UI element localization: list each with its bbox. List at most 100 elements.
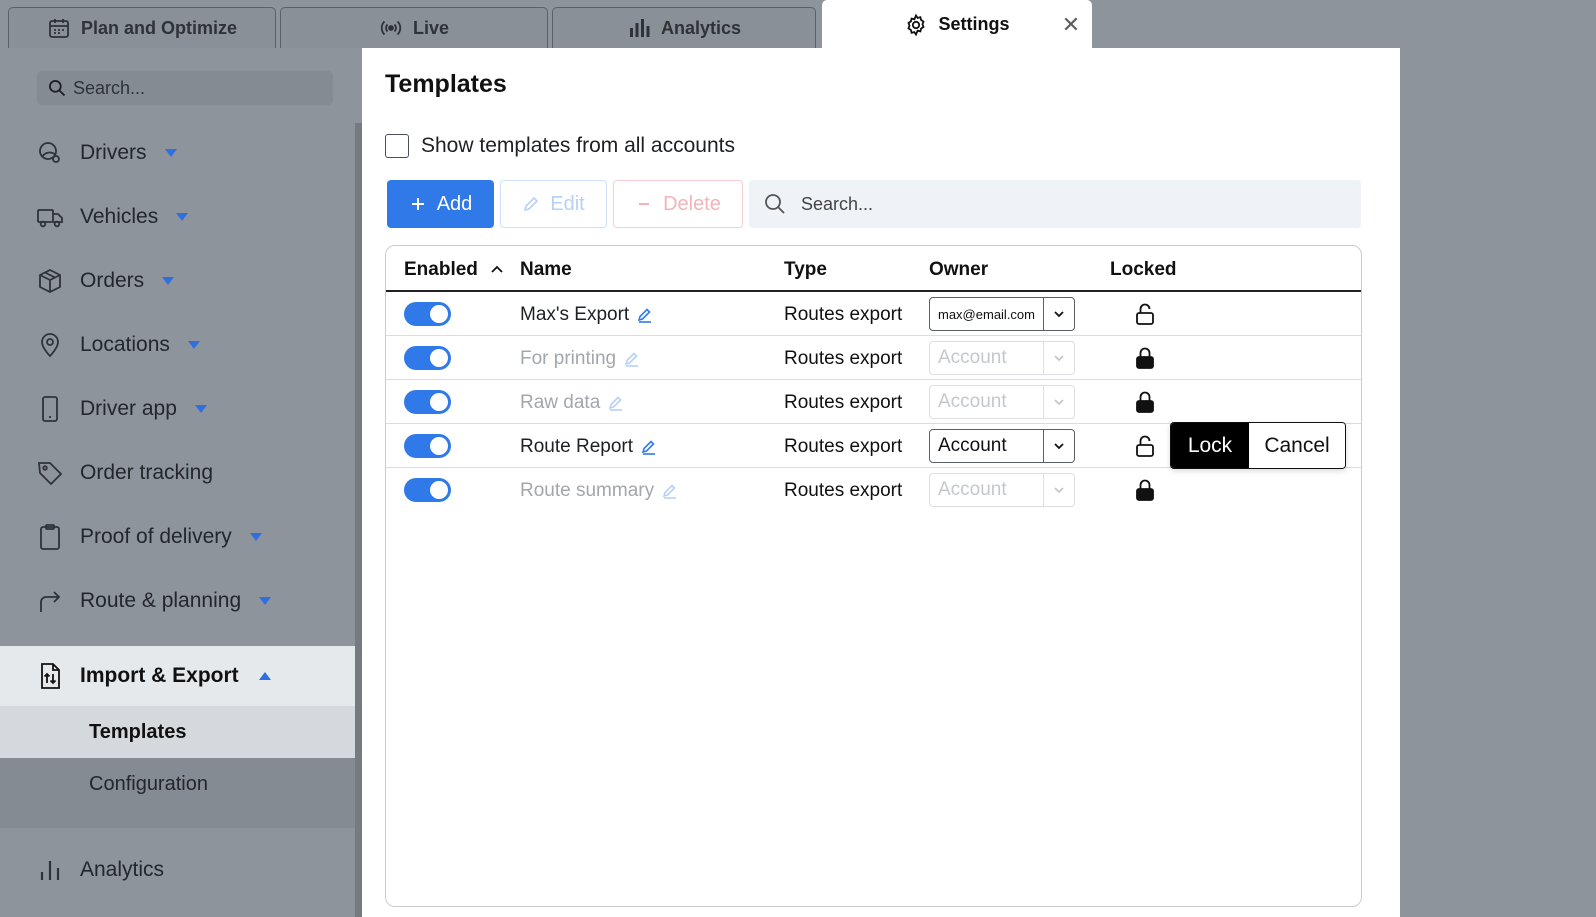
caret-down-icon	[194, 405, 207, 413]
table-row[interactable]: For printing Routes export Account	[386, 336, 1361, 380]
owner-select-value: Account	[930, 342, 1044, 374]
add-button[interactable]: Add	[387, 180, 494, 228]
caret-down-icon	[249, 533, 262, 541]
sidebar-subitem-templates[interactable]: Templates	[0, 706, 362, 758]
locked-icon[interactable]	[1134, 390, 1156, 414]
template-name: Route summary	[520, 480, 678, 502]
sidebar-item-orders[interactable]: Orders	[0, 253, 362, 309]
owner-select[interactable]: max@email.com	[929, 297, 1075, 331]
tab-label: Settings	[938, 14, 1010, 34]
table-header: Enabled Name Type Owner Locked	[386, 246, 1361, 292]
sidebar-search[interactable]: Search...	[37, 71, 333, 105]
owner-select: Account	[929, 473, 1075, 507]
cancel-button[interactable]: Cancel	[1249, 423, 1345, 468]
search-icon	[765, 194, 785, 214]
template-name-text: Raw data	[520, 392, 601, 413]
sidebar-item-route-planning[interactable]: Route & planning	[0, 573, 362, 629]
sidebar-item-proof-of-delivery[interactable]: Proof of delivery	[0, 509, 362, 565]
enabled-toggle[interactable]	[404, 302, 451, 326]
search-icon	[49, 80, 66, 97]
tab-live[interactable]: Live	[280, 7, 548, 48]
sidebar-item-analytics[interactable]: Analytics	[0, 842, 362, 898]
sidebar-item-locations[interactable]: Locations	[0, 317, 362, 373]
caret-up-icon	[258, 672, 271, 680]
locked-icon[interactable]	[1134, 478, 1156, 502]
column-header-owner[interactable]: Owner	[929, 259, 988, 281]
sidebar-scrollbar[interactable]	[355, 123, 362, 917]
column-header-type[interactable]: Type	[784, 259, 827, 281]
template-name-text: Route summary	[520, 480, 655, 501]
enabled-toggle[interactable]	[404, 478, 451, 502]
unlocked-icon[interactable]	[1134, 302, 1156, 326]
sidebar-item-label: Import & Export	[80, 664, 239, 687]
import-export-icon	[41, 663, 60, 689]
pencil-icon	[624, 352, 639, 367]
sort-ascending-icon[interactable]	[490, 262, 504, 276]
tab-settings[interactable]: Settings ✕	[822, 0, 1092, 48]
pencil-icon	[662, 484, 677, 499]
show-all-accounts-checkbox[interactable]	[385, 134, 409, 158]
template-name-text: Max's Export	[520, 304, 630, 325]
sidebar-item-import-export[interactable]: Import & Export	[0, 646, 362, 706]
enabled-toggle[interactable]	[404, 346, 451, 370]
lock-button[interactable]: Lock	[1171, 423, 1249, 468]
sidebar: Search... Drivers Vehicles Orders Locati…	[0, 48, 362, 917]
templates-search-input[interactable]	[801, 193, 1321, 215]
show-all-accounts-toggle[interactable]: Show templates from all accounts	[385, 134, 735, 158]
edit-button-label: Edit	[550, 192, 585, 215]
lock-confirm-popover: Lock Cancel	[1170, 422, 1346, 469]
templates-search[interactable]	[749, 180, 1361, 228]
sidebar-item-label: Order tracking	[80, 461, 214, 484]
unlocked-icon[interactable]	[1134, 434, 1156, 458]
template-name: Max's Export	[520, 304, 653, 326]
chevron-down-icon	[1044, 474, 1074, 506]
column-header-name[interactable]: Name	[520, 259, 572, 281]
chevron-down-icon[interactable]	[1044, 298, 1074, 330]
template-type: Routes export	[784, 480, 903, 501]
template-type: Routes export	[784, 436, 903, 457]
sidebar-subitem-configuration[interactable]: Configuration	[0, 758, 362, 810]
sidebar-subitem-label: Templates	[89, 720, 187, 743]
chevron-down-icon	[1044, 386, 1074, 418]
table-row[interactable]: Route Report Routes export Account Lock …	[386, 422, 1361, 469]
map-pin-icon	[41, 333, 59, 358]
template-type: Routes export	[784, 348, 903, 369]
locked-icon[interactable]	[1134, 346, 1156, 370]
table-row[interactable]: Raw data Routes export Account	[386, 380, 1361, 424]
table-row[interactable]: Max's Export Routes export max@email.com	[386, 292, 1361, 336]
enabled-toggle[interactable]	[404, 434, 451, 458]
pencil-icon[interactable]	[637, 307, 653, 323]
column-header-enabled[interactable]: Enabled	[404, 259, 478, 281]
tab-analytics[interactable]: Analytics	[552, 7, 816, 48]
sidebar-item-driver-app[interactable]: Driver app	[0, 381, 362, 437]
pencil-icon	[524, 196, 539, 212]
truck-icon	[37, 209, 63, 228]
template-type: Routes export	[784, 392, 903, 413]
enabled-toggle[interactable]	[404, 390, 451, 414]
sidebar-item-order-tracking[interactable]: Order tracking	[0, 445, 362, 501]
tab-plan-and-optimize[interactable]: Plan and Optimize	[8, 7, 276, 48]
owner-select-value: Account	[930, 430, 1044, 462]
template-name-text: Route Report	[520, 436, 634, 457]
caret-down-icon	[164, 149, 177, 157]
sidebar-item-vehicles[interactable]: Vehicles	[0, 189, 362, 245]
sidebar-item-drivers[interactable]: Drivers	[0, 125, 362, 181]
edit-button[interactable]: Edit	[500, 180, 607, 228]
owner-select: Account	[929, 341, 1075, 375]
sidebar-item-label: Analytics	[80, 858, 165, 881]
template-name-text: For printing	[520, 348, 617, 369]
template-name: For printing	[520, 348, 640, 370]
owner-select[interactable]: Account	[929, 429, 1075, 463]
sidebar-item-label: Orders	[80, 269, 145, 292]
caret-down-icon	[162, 277, 175, 285]
delete-button[interactable]: Delete	[613, 180, 743, 228]
package-icon	[39, 268, 61, 294]
pencil-icon[interactable]	[641, 439, 657, 455]
column-header-locked[interactable]: Locked	[1110, 259, 1177, 281]
add-button-label: Add	[436, 192, 473, 215]
sidebar-subitem-label: Configuration	[89, 772, 208, 795]
close-icon[interactable]: ✕	[1061, 12, 1081, 37]
route-arrow-icon	[40, 591, 61, 612]
chevron-down-icon[interactable]	[1044, 430, 1074, 462]
table-row[interactable]: Route summary Routes export Account	[386, 468, 1361, 512]
